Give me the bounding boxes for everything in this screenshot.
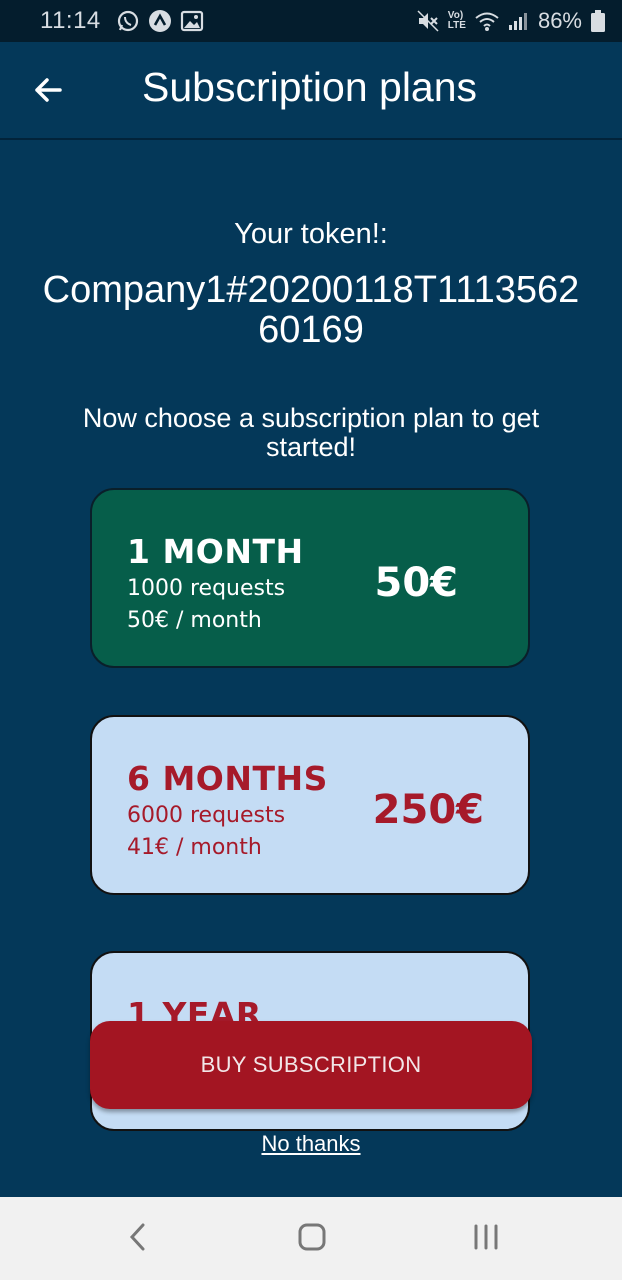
volte-bottom: LTE	[447, 20, 466, 31]
whatsapp-icon	[116, 9, 140, 33]
plan-name: 1 MONTH	[127, 532, 304, 571]
system-nav-bar	[0, 1197, 622, 1280]
page-title: Subscription plans	[142, 64, 478, 110]
back-button[interactable]	[22, 66, 74, 118]
plan-price: 250€	[372, 787, 484, 833]
plan-requests: 1000 requests	[127, 576, 286, 601]
plan-name: 6 MONTHS	[127, 759, 328, 798]
nav-recents-button[interactable]	[464, 1217, 508, 1261]
plan-instruction: Now choose a subscription plan to get st…	[82, 403, 540, 462]
token-value: Company1#20200118T111356260169	[42, 269, 580, 351]
plan-card-1-month[interactable]: 1 MONTH 1000 requests 50€ / month 50€	[90, 488, 530, 668]
app-bar: Subscription plans	[0, 42, 622, 140]
wifi-icon	[474, 9, 499, 33]
mute-icon	[416, 9, 440, 33]
battery-percent: 86%	[537, 8, 582, 33]
plan-monthly-price: 41€ / month	[127, 835, 262, 860]
token-label: Your token!:	[234, 218, 388, 250]
status-time: 11:14	[40, 7, 101, 34]
nav-home-button[interactable]	[290, 1217, 334, 1261]
image-icon	[180, 9, 204, 33]
nav-back-button[interactable]	[116, 1217, 160, 1261]
plan-requests: 6000 requests	[127, 803, 286, 828]
buy-subscription-button[interactable]: BUY SUBSCRIPTION	[90, 1021, 532, 1109]
arrow-left-icon	[32, 74, 64, 111]
plan-price: 50€	[374, 560, 459, 606]
app-notification-icon	[148, 9, 172, 33]
home-nav-icon	[296, 1221, 328, 1258]
no-thanks-link[interactable]: No thanks	[0, 1131, 622, 1157]
plan-monthly-price: 50€ / month	[127, 608, 262, 633]
signal-icon	[506, 9, 530, 33]
back-nav-icon	[126, 1221, 150, 1258]
status-bar: 11:14 Vo) LTE 86%	[0, 0, 622, 42]
recents-nav-icon	[470, 1221, 502, 1258]
volte-icon: Vo) LTE	[448, 11, 466, 31]
battery-icon	[590, 9, 606, 33]
plan-card-6-months[interactable]: 6 MONTHS 6000 requests 41€ / month 250€	[90, 715, 530, 895]
